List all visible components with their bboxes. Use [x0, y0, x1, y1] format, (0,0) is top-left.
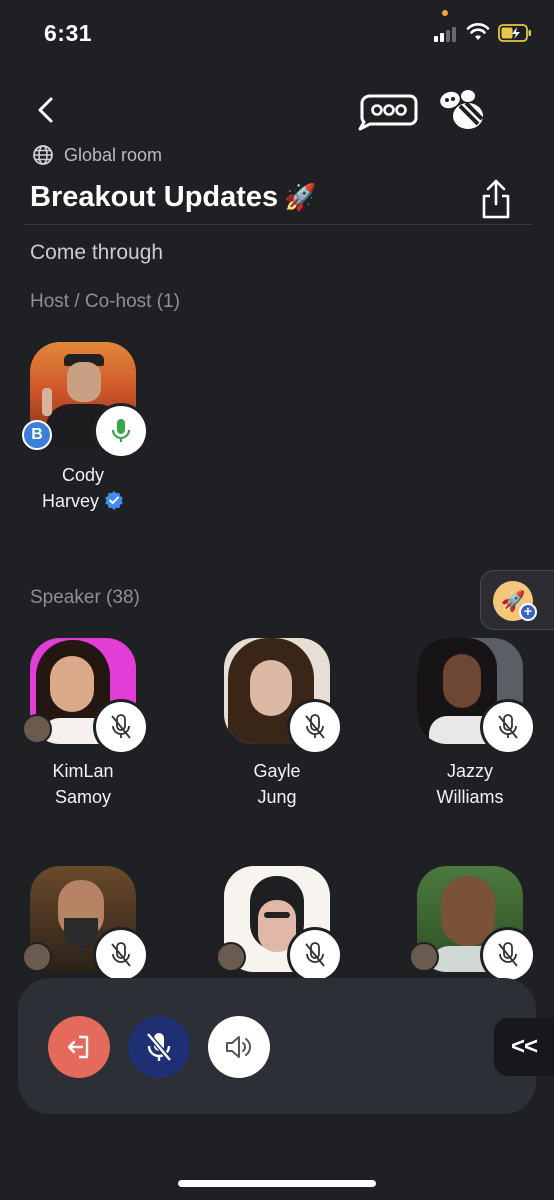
- room-type: Global room: [32, 144, 162, 166]
- room-type-label: Global room: [64, 144, 163, 165]
- privacy-indicator-dot: [442, 10, 448, 16]
- control-bar: [18, 978, 536, 1114]
- leave-room-button[interactable]: [48, 1016, 110, 1078]
- header-divider: [24, 224, 532, 225]
- speaker-section-label: Speaker (38): [30, 587, 140, 608]
- small-avatar: [409, 942, 439, 972]
- small-avatar: [216, 942, 246, 972]
- collapse-button[interactable]: <<: [494, 1018, 554, 1076]
- mic-off-icon: [483, 930, 533, 980]
- bee-icon[interactable]: [438, 88, 486, 132]
- participant-name: KimLan Samoy: [52, 761, 114, 807]
- room-title: Breakout Updates 🚀: [30, 181, 317, 214]
- small-avatar: [22, 714, 52, 744]
- mic-off-icon: [290, 702, 340, 752]
- mic-off-icon: [483, 702, 533, 752]
- participant-name: Cody Harvey: [16, 462, 150, 514]
- battery-charging-icon: [498, 24, 531, 42]
- home-indicator: [178, 1180, 376, 1187]
- room-title-text: Breakout Updates: [30, 181, 279, 213]
- participant-name: Jazzy Williams: [436, 761, 504, 807]
- mic-off-icon: [146, 1032, 172, 1062]
- cell-signal-icon: [434, 26, 460, 42]
- invite-float-button[interactable]: 🚀 +: [480, 570, 554, 630]
- host-section-label: Host / Co-host (1): [30, 291, 180, 312]
- speaker-button[interactable]: [208, 1016, 270, 1078]
- mic-off-icon: [96, 702, 146, 752]
- rocket-emoji: 🚀: [284, 182, 317, 212]
- chevron-left-icon: [38, 97, 53, 123]
- mic-off-icon: [290, 930, 340, 980]
- small-avatar: [22, 942, 52, 972]
- status-time: 6:31: [44, 20, 93, 46]
- participant-name: Gayle Jung: [253, 761, 301, 807]
- mute-button[interactable]: [128, 1016, 190, 1078]
- speaker-icon: [226, 1036, 251, 1058]
- back-button[interactable]: [30, 94, 60, 126]
- mic-off-icon: [96, 930, 146, 980]
- room-description: Come through: [30, 241, 164, 264]
- chat-bubble-icon[interactable]: [356, 92, 418, 132]
- globe-icon: [33, 145, 53, 165]
- b-badge-icon: B: [22, 420, 52, 450]
- plus-icon: +: [519, 603, 537, 621]
- wifi-icon: [466, 23, 490, 40]
- mic-on-icon: [96, 406, 146, 456]
- leave-icon: [67, 1035, 89, 1059]
- share-icon[interactable]: [478, 178, 514, 220]
- verified-badge-icon: [105, 491, 123, 510]
